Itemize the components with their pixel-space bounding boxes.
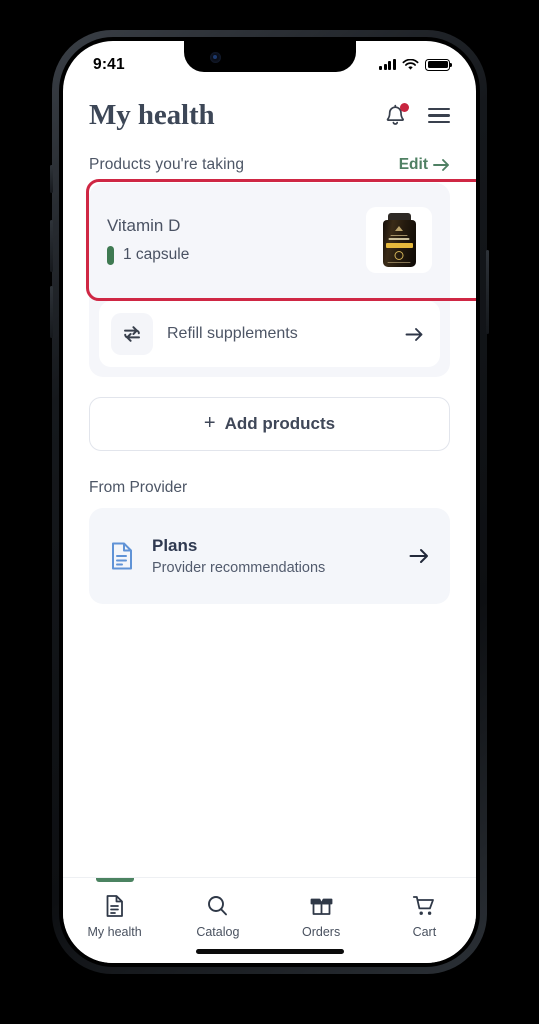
refill-icon-box (111, 313, 153, 355)
hamburger-menu-icon[interactable] (428, 107, 450, 124)
silent-switch[interactable] (50, 165, 53, 193)
product-info: Vitamin D 1 capsule (107, 216, 189, 265)
arrow-right-icon (409, 549, 428, 563)
supplement-bottle-image (382, 213, 416, 267)
tab-label: My health (87, 925, 142, 939)
arrow-right-icon (433, 159, 449, 171)
document-icon (112, 542, 132, 570)
add-products-wrap: + Add products (63, 377, 476, 451)
tab-orders[interactable]: Orders (270, 887, 373, 939)
add-products-label: Add products (224, 414, 336, 433)
search-icon (208, 896, 228, 916)
tab-my-health[interactable]: My health (63, 878, 166, 939)
volume-down-button[interactable] (50, 286, 53, 338)
tab-cart[interactable]: Cart (373, 887, 476, 939)
product-card-vitamin-d[interactable]: Vitamin D 1 capsule (89, 183, 450, 301)
add-products-button[interactable]: + Add products (89, 397, 450, 451)
provider-section-title: From Provider (89, 479, 188, 496)
tab-label: Catalog (196, 925, 240, 939)
active-tab-indicator (95, 878, 134, 882)
products-panel-wrap: Vitamin D 1 capsule Refill supplements (63, 179, 476, 377)
package-box-icon (310, 898, 333, 915)
refill-label: Refill supplements (167, 325, 298, 342)
tab-label: Cart (412, 925, 437, 939)
product-dose: 1 capsule (123, 246, 190, 263)
power-button[interactable] (486, 250, 489, 334)
phone-frame: 9:41 My health Products you're taking Ed… (50, 30, 489, 974)
document-icon (106, 895, 124, 917)
status-time: 9:41 (93, 55, 125, 73)
notifications-button[interactable] (384, 102, 409, 128)
page-title: My health (89, 99, 215, 131)
product-name: Vitamin D (107, 215, 181, 235)
edit-products-button[interactable]: Edit (399, 156, 450, 174)
refresh-repeat-icon (124, 326, 140, 342)
plans-text: Plans Provider recommendations (152, 536, 392, 576)
capsule-marker-icon (107, 245, 114, 265)
products-section-header: Products you're taking Edit (63, 140, 476, 183)
refill-supplements-row[interactable]: Refill supplements (99, 301, 440, 367)
app-header: My health (63, 85, 476, 140)
volume-up-button[interactable] (50, 220, 53, 272)
notch (183, 41, 356, 72)
front-camera-icon (209, 52, 221, 63)
battery-icon (425, 58, 453, 71)
cellular-signal-icon (378, 59, 396, 70)
tab-catalog[interactable]: Catalog (166, 887, 269, 939)
notification-badge-dot (400, 102, 409, 112)
shopping-cart-icon (413, 896, 435, 915)
home-indicator[interactable] (195, 949, 344, 954)
phone-bezel: 9:41 My health Products you're taking Ed… (59, 37, 480, 967)
plans-subtitle: Provider recommendations (152, 560, 326, 576)
wifi-icon (402, 58, 419, 70)
refill-outer: Refill supplements (89, 301, 450, 377)
products-section-title: Products you're taking (89, 156, 245, 173)
header-actions (384, 102, 450, 128)
tab-label: Orders (302, 925, 341, 939)
arrow-right-icon (405, 327, 423, 341)
status-icons (378, 58, 453, 71)
phone-screen: 9:41 My health Products you're taking Ed… (63, 41, 476, 963)
plans-title: Plans (152, 536, 198, 555)
plus-icon: + (203, 412, 216, 434)
products-panel: Vitamin D 1 capsule Refill supplements (89, 183, 450, 377)
product-dose-row: 1 capsule (107, 245, 190, 265)
provider-wrap: Plans Provider recommendations (63, 508, 476, 604)
edit-label: Edit (398, 156, 428, 173)
product-thumbnail (366, 207, 432, 273)
plans-card[interactable]: Plans Provider recommendations (89, 508, 450, 604)
